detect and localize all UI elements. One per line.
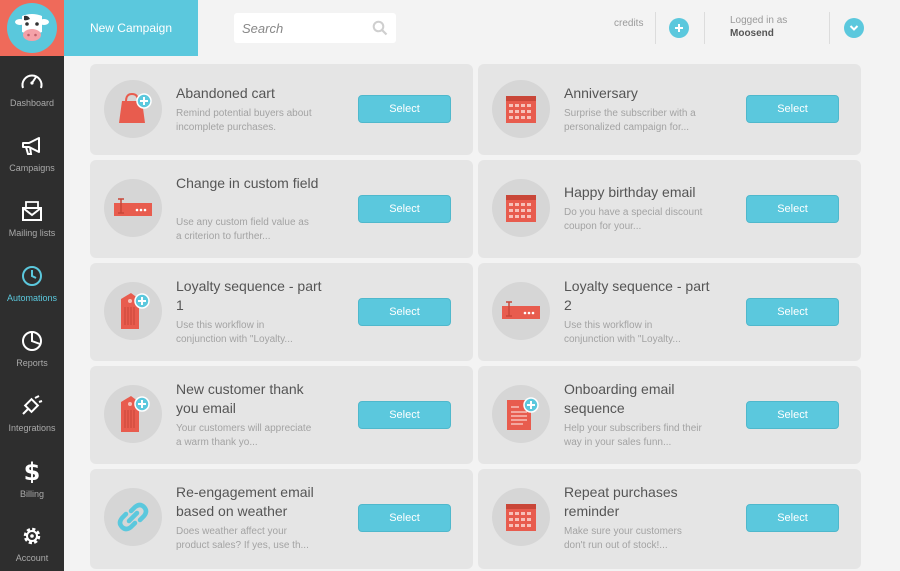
sidebar-item-account[interactable]: Account <box>0 511 64 571</box>
template-card-new-customer-thank-you-email[interactable]: New customer thank you email Your custom… <box>90 366 473 464</box>
username: Moosend <box>730 28 774 39</box>
card-title: Change in custom field <box>176 175 319 191</box>
card-title: Abandoned cart <box>176 85 275 101</box>
template-card-onboarding-email-sequence[interactable]: Onboarding email sequence Help your subs… <box>478 366 861 464</box>
gear-icon <box>23 527 41 544</box>
template-card-change-in-custom-field[interactable]: Change in custom field Use any custom fi… <box>90 160 473 258</box>
sidebar-item-integrations[interactable]: Integrations <box>0 381 64 446</box>
card-title: Anniversary <box>564 85 638 101</box>
select-button[interactable]: Select <box>746 298 839 326</box>
tag-icon <box>104 282 162 340</box>
card-description: Make sure your customers don't run out o… <box>564 526 682 551</box>
card-description: Use any custom field value as a criterio… <box>176 217 309 242</box>
card-title: Loyalty sequence - part 1 <box>176 278 322 313</box>
select-button[interactable]: Select <box>746 195 839 223</box>
document-icon <box>492 385 550 443</box>
sidebar-item-mailing-lists[interactable]: Mailing lists <box>0 186 64 251</box>
input-field-icon <box>492 282 550 340</box>
credits-label: credits <box>614 18 644 29</box>
search-input[interactable] <box>234 13 364 43</box>
template-card-repeat-purchases-reminder[interactable]: Repeat purchases reminder Make sure your… <box>478 469 861 569</box>
megaphone-icon <box>22 136 40 155</box>
sidebar-item-label: Mailing lists <box>8 227 56 238</box>
plus-icon <box>675 24 683 32</box>
template-card-loyalty-sequence-part-2[interactable]: Loyalty sequence - part 2 Use this workf… <box>478 263 861 361</box>
plug-icon <box>22 394 43 415</box>
sidebar-item-label: Account <box>15 552 49 563</box>
chevron-down-icon <box>849 25 859 31</box>
calendar-icon <box>492 80 550 138</box>
pie-chart-icon <box>22 330 42 351</box>
card-title: New customer thank you email <box>176 381 304 416</box>
select-button[interactable]: Select <box>358 504 451 532</box>
dollar-icon: $ <box>24 459 41 483</box>
sidebar-item-reports[interactable]: Reports <box>0 316 64 381</box>
template-card-abandoned-cart[interactable]: Abandoned cart Remind potential buyers a… <box>90 64 473 155</box>
input-field-icon <box>104 179 162 237</box>
template-card-happy-birthday-email[interactable]: Happy birthday email Do you have a speci… <box>478 160 861 258</box>
divider <box>704 12 705 44</box>
select-button[interactable]: Select <box>746 504 839 532</box>
card-description: Surprise the subscriber with a personali… <box>564 108 696 133</box>
add-credits-button[interactable] <box>669 18 689 38</box>
sidebar-item-billing[interactable]: $ Billing <box>0 446 64 511</box>
card-title: Repeat purchases reminder <box>564 484 678 519</box>
select-button[interactable]: Select <box>358 95 451 123</box>
card-title: Loyalty sequence - part 2 <box>564 278 710 313</box>
card-description: Use this workflow in conjunction with "L… <box>176 320 293 345</box>
sidebar-item-label: Integrations <box>8 422 56 433</box>
envelope-icon <box>22 200 42 221</box>
sidebar-item-label: Reports <box>16 357 48 368</box>
card-description: Your customers will appreciate a warm th… <box>176 423 312 448</box>
card-title: Re-engagement email based on weather <box>176 484 314 519</box>
cow-logo-icon <box>7 3 57 53</box>
top-header: credits Logged in as Moosend <box>198 0 900 56</box>
card-description: Does weather affect your product sales? … <box>176 526 309 551</box>
divider <box>655 12 656 44</box>
card-description: Remind potential buyers about incomplete… <box>176 108 312 133</box>
sidebar-item-label: Billing <box>19 488 44 499</box>
sidebar-item-dashboard[interactable]: Dashboard <box>0 56 64 121</box>
account-menu-button[interactable] <box>844 18 864 38</box>
search-box <box>234 13 396 43</box>
svg-text:$: $ <box>24 459 41 483</box>
shopping-bag-icon <box>104 80 162 138</box>
divider <box>829 12 830 44</box>
card-description: Help your subscribers find their way in … <box>564 423 702 448</box>
select-button[interactable]: Select <box>746 401 839 429</box>
select-button[interactable]: Select <box>358 298 451 326</box>
sidebar-item-automations[interactable]: Automations <box>0 251 64 316</box>
card-title: Onboarding email sequence <box>564 381 675 416</box>
select-button[interactable]: Select <box>358 401 451 429</box>
calendar-icon <box>492 488 550 546</box>
card-description: Use this workflow in conjunction with "L… <box>564 320 681 345</box>
clock-icon <box>22 265 42 286</box>
logged-in-label: Logged in as <box>730 15 788 26</box>
dashboard-icon <box>21 74 43 88</box>
sidebar-item-campaigns[interactable]: Campaigns <box>0 121 64 186</box>
logo[interactable] <box>0 0 64 56</box>
calendar-icon <box>492 179 550 237</box>
sidebar-item-label: Campaigns <box>9 162 55 173</box>
template-card-loyalty-sequence-part-1[interactable]: Loyalty sequence - part 1 Use this workf… <box>90 263 473 361</box>
select-button[interactable]: Select <box>746 95 839 123</box>
sidebar: Dashboard Campaigns Mailing lists Automa… <box>0 56 64 571</box>
template-card-re-engagement-email[interactable]: Re-engagement email based on weather Doe… <box>90 469 473 569</box>
sidebar-item-label: Dashboard <box>9 97 55 108</box>
tag-icon <box>104 385 162 443</box>
card-title: Happy birthday email <box>564 184 696 200</box>
link-icon <box>104 488 162 546</box>
template-card-anniversary[interactable]: Anniversary Surprise the subscriber with… <box>478 64 861 155</box>
sidebar-item-label: Automations <box>6 292 58 303</box>
search-icon[interactable] <box>372 20 388 41</box>
new-campaign-button[interactable]: New Campaign <box>64 0 198 56</box>
select-button[interactable]: Select <box>358 195 451 223</box>
card-description: Do you have a special discount coupon fo… <box>564 207 703 232</box>
